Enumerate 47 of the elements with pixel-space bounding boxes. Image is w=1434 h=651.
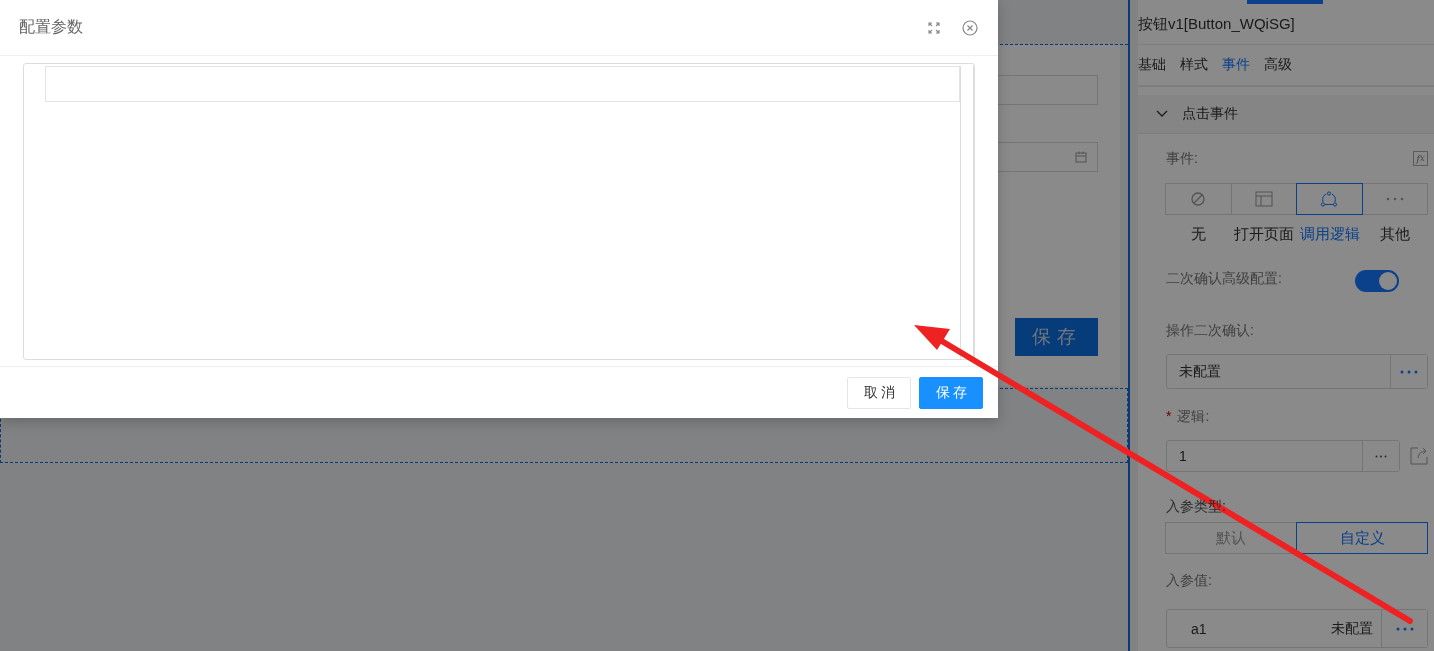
calendar-icon: [1075, 151, 1087, 163]
more-button[interactable]: [1381, 610, 1427, 647]
section-title: 点击事件: [1182, 105, 1238, 123]
select-field[interactable]: 未配置: [1166, 354, 1428, 389]
field-label: 逻辑:: [1177, 408, 1210, 425]
section-header[interactable]: 点击事件: [1138, 95, 1434, 134]
component-title: 按钮v1[Button_WQiSG]: [1138, 4, 1434, 45]
editor-area[interactable]: [23, 63, 975, 360]
fullscreen-icon[interactable]: [928, 21, 940, 34]
field-label: 二次确认高级配置:: [1166, 270, 1282, 287]
more-icon: [1395, 626, 1414, 631]
more-button[interactable]: [1390, 355, 1427, 388]
field-label: 入参值:: [1166, 572, 1212, 589]
event-type-label: 打开页面: [1233, 225, 1296, 242]
event-type-button[interactable]: [1296, 183, 1363, 215]
param-row[interactable]: a1 未配置: [1166, 609, 1428, 648]
close-icon[interactable]: [962, 19, 978, 36]
forbidden-icon: [1191, 192, 1206, 206]
share-icon[interactable]: [1410, 447, 1428, 465]
nodes-icon: [1320, 191, 1339, 207]
logic-field[interactable]: 1: [1166, 440, 1400, 472]
event-type-label: 无: [1190, 225, 1208, 242]
event-type-label: 其他: [1379, 225, 1412, 242]
param-value: 未配置: [1331, 618, 1374, 638]
more-button[interactable]: [1362, 441, 1399, 471]
more-icon: [1375, 454, 1387, 458]
panel-tab[interactable]: 事件: [1222, 56, 1250, 74]
scrollbar[interactable]: [960, 66, 974, 359]
required-asterisk: *: [1166, 408, 1172, 425]
panel-tab[interactable]: 基础: [1138, 56, 1166, 74]
more-icon: [1400, 369, 1418, 374]
panel-tab[interactable]: 高级: [1264, 56, 1292, 74]
dialog-title: 配置参数: [19, 17, 84, 37]
more-icon: [1385, 197, 1404, 201]
event-type-label: 调用逻辑: [1298, 225, 1361, 242]
field-value: 1: [1178, 447, 1188, 466]
param-type-option[interactable]: 自定义: [1296, 522, 1428, 554]
layout-icon: [1254, 191, 1273, 207]
cancel-button[interactable]: 取消: [847, 376, 911, 409]
field-label: 入参类型:: [1166, 498, 1226, 515]
field-label: 操作二次确认:: [1166, 322, 1254, 339]
field-label: 事件:: [1166, 150, 1198, 167]
param-name: a1: [1190, 619, 1208, 639]
save-button[interactable]: 保存: [919, 376, 983, 409]
field-value: 未配置: [1178, 361, 1222, 381]
toggle-switch[interactable]: [1355, 270, 1399, 292]
panel-tab[interactable]: 样式: [1180, 56, 1208, 74]
